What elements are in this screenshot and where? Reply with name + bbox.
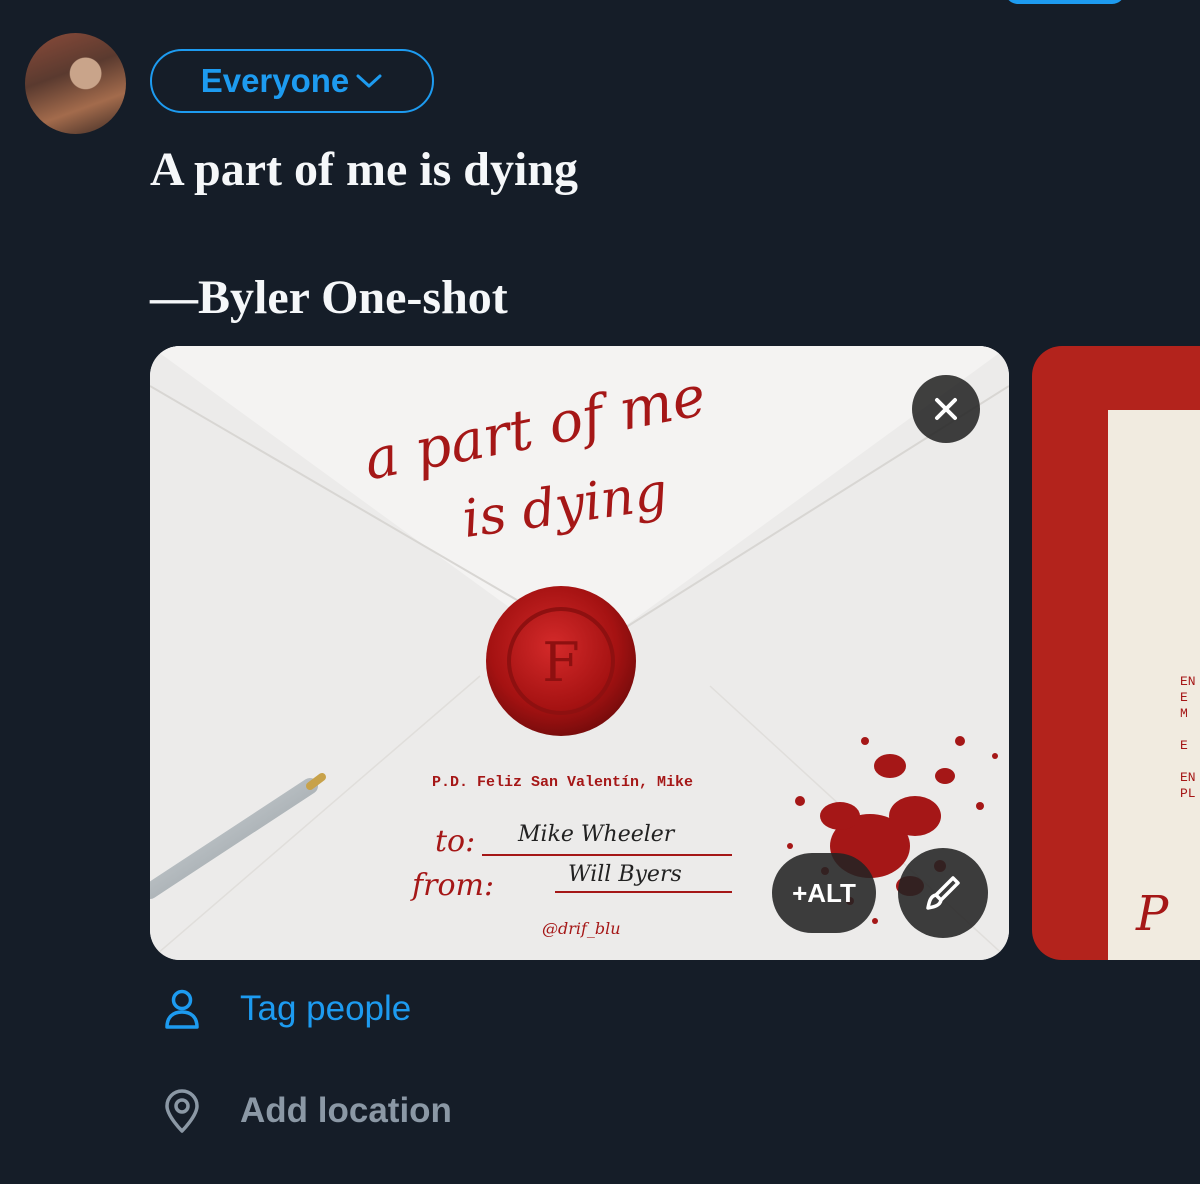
letter-line: E [1180,738,1188,753]
from-label: from: [412,868,495,903]
letter-signature: P [1136,886,1169,942]
letter-line: EN [1180,770,1196,785]
post-button-edge[interactable] [1005,0,1125,4]
letter-line: M [1180,706,1188,721]
chevron-down-icon [356,74,382,88]
post-text-line [150,202,1050,266]
remove-media-button[interactable] [912,375,980,443]
post-text[interactable]: A part of me is dying —Byler One-shot [150,138,1050,330]
location-pin-icon [160,1089,204,1133]
media-attachment-2[interactable]: EN E M E EN PL P [1032,346,1200,960]
brush-icon [926,876,960,910]
edit-media-button[interactable] [898,848,988,938]
letter-line: PL [1180,786,1196,801]
letter-line [1180,754,1196,770]
media-attachment-1[interactable]: F a part of me is dying P.D. Feliz San V… [150,346,1009,960]
tag-people-button[interactable]: Tag people [160,987,411,1031]
to-name: Mike Wheeler [518,822,675,847]
to-label: to: [435,824,476,859]
letter-text: EN E M E EN PL [1180,674,1196,802]
tag-people-label: Tag people [240,989,412,1028]
person-icon [160,987,204,1031]
envelope-ps: P.D. Feliz San Valentín, Mike [432,774,694,791]
seal-letter: F [542,631,579,694]
add-location-button[interactable]: Add location [160,1089,452,1133]
audience-selector[interactable]: Everyone [150,49,434,113]
from-name: Will Byers [568,862,682,887]
avatar [25,33,126,134]
post-text-line: A part of me is dying [150,143,579,196]
letter-line: EN [1180,674,1196,689]
letter-line [1180,722,1196,738]
add-alt-text-button[interactable]: +ALT [772,853,876,933]
post-text-line: —Byler One-shot [150,271,508,324]
letter-line: E [1180,690,1188,705]
close-icon [935,398,957,420]
artist-handle: @drif_blu [542,919,621,938]
audience-label: Everyone [200,62,350,99]
add-location-label: Add location [240,1091,452,1130]
